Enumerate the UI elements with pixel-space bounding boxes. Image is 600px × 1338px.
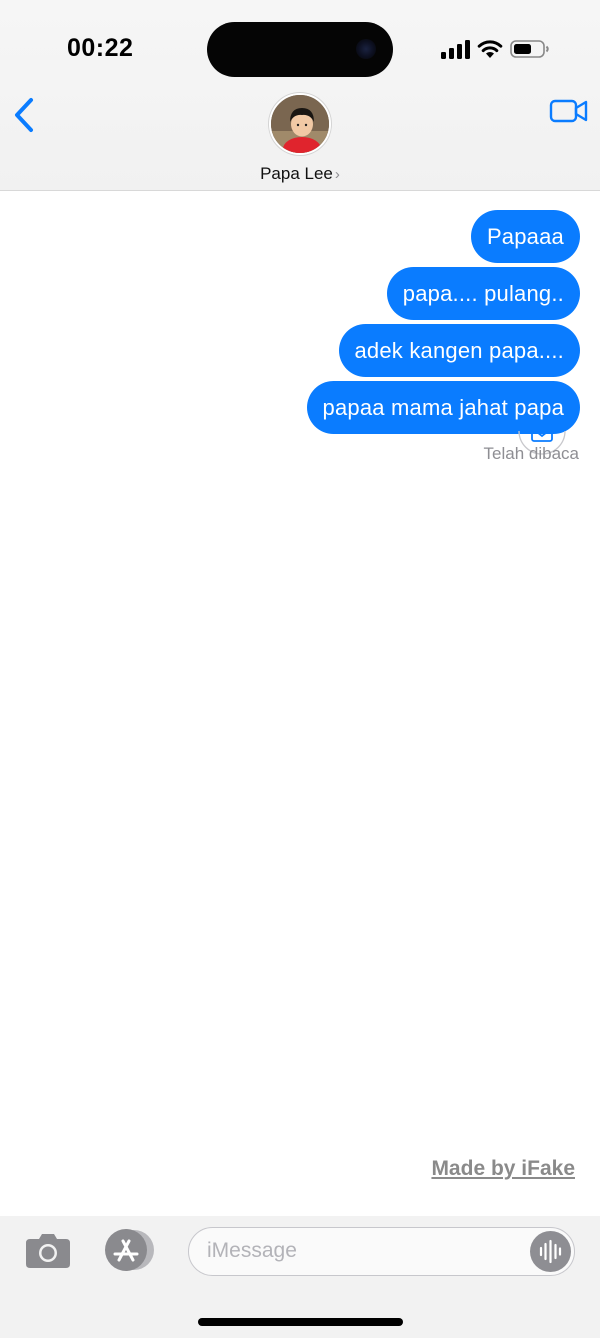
camera-icon[interactable] <box>24 1230 72 1270</box>
contact-avatar <box>269 93 331 155</box>
audio-record-button[interactable] <box>530 1231 571 1272</box>
message-bubble-sent[interactable]: papa.... pulang.. <box>386 267 580 320</box>
home-indicator[interactable] <box>198 1318 403 1326</box>
read-receipt-text: Telah dibaca <box>483 444 579 463</box>
contact-name-text: Papa Lee <box>260 164 333 183</box>
cellular-signal-icon <box>441 40 470 59</box>
app-store-icon[interactable] <box>102 1228 158 1272</box>
message-bubble-sent[interactable]: adek kangen papa.... <box>338 324 580 377</box>
audio-waveform-icon <box>539 1239 562 1264</box>
avatar-photo <box>271 95 329 153</box>
message-input-field[interactable] <box>188 1227 575 1276</box>
conversation-header: 00:22 Papa Lee › <box>0 0 600 191</box>
message-bubble-sent[interactable]: Papaaa <box>470 210 580 263</box>
front-camera-icon <box>356 39 376 59</box>
status-time: 00:22 <box>67 34 134 62</box>
video-camera-icon[interactable] <box>549 97 589 125</box>
back-chevron-icon[interactable] <box>10 95 38 135</box>
contact-name: Papa Lee › <box>200 164 400 184</box>
contact-header-button[interactable]: Papa Lee › <box>200 90 400 186</box>
wifi-icon <box>477 40 503 58</box>
battery-icon <box>510 40 549 58</box>
dynamic-island <box>207 22 393 77</box>
watermark-link[interactable]: Made by iFake <box>431 1157 575 1181</box>
message-input[interactable] <box>207 1228 527 1274</box>
chevron-right-icon: › <box>334 166 340 183</box>
